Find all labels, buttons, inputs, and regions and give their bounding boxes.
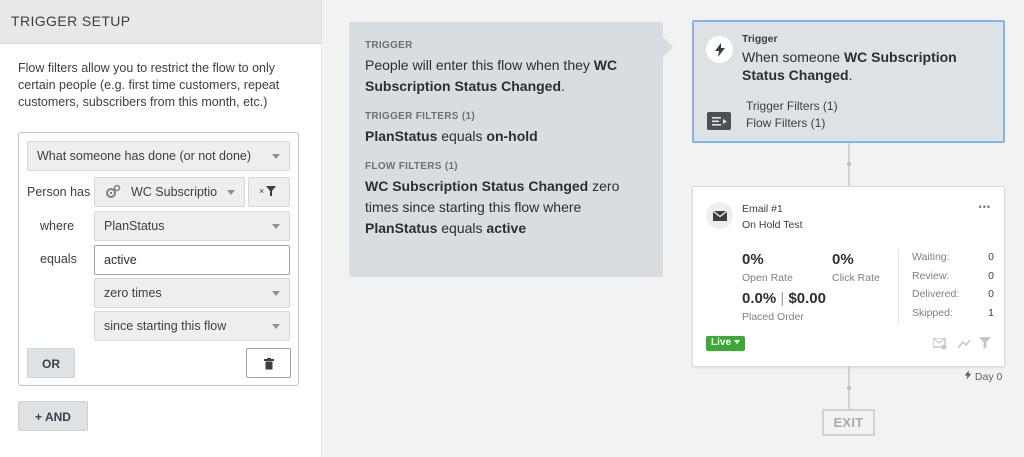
count-skipped: Skipped: 1	[912, 307, 994, 319]
filter-icon: ×	[259, 186, 279, 201]
chevron-down-icon	[733, 340, 740, 345]
trigger-text-end: .	[561, 78, 565, 94]
gear-icon	[104, 183, 122, 204]
delay-label: Day 0	[964, 370, 1002, 383]
filter-icon[interactable]	[979, 336, 991, 354]
trigger-description: People will enter this flow when they WC…	[365, 55, 647, 97]
frequency-value: zero times	[104, 286, 162, 300]
tf-operator: equals	[437, 128, 487, 144]
split-icon[interactable]	[957, 337, 971, 355]
metric-value: WC Subscriptio	[131, 185, 218, 199]
trigger-node-text-pre: When someone	[742, 49, 844, 65]
count-label: Skipped:	[912, 307, 953, 319]
placed-order-separator: |	[780, 290, 785, 307]
connector-dot	[847, 162, 851, 166]
status-badge[interactable]: Live	[706, 336, 745, 351]
svg-text:×: ×	[259, 186, 264, 196]
envelope-icon	[706, 202, 733, 229]
property-value: PlanStatus	[104, 219, 165, 233]
lightning-icon	[706, 36, 733, 63]
chevron-down-icon	[272, 324, 280, 329]
trigger-filter-text: PlanStatus equals on-hold	[365, 126, 647, 147]
email-node[interactable]: Email #1 On Hold Test ••• 0% Open Rate 0…	[692, 186, 1005, 367]
trigger-section: TRIGGER People will enter this flow when…	[365, 40, 647, 97]
count-value: 0	[988, 270, 994, 282]
count-value: 0	[988, 288, 994, 300]
trigger-info-panel: TRIGGER People will enter this flow when…	[349, 22, 663, 277]
or-button[interactable]: OR	[27, 348, 75, 378]
trigger-filters-section: TRIGGER FILTERS (1) PlanStatus equals on…	[365, 111, 647, 147]
count-label: Review:	[912, 270, 950, 282]
placed-order-label: Placed Order	[742, 311, 804, 323]
placed-order-stats: 0.0% | $0.00	[742, 290, 826, 307]
info-panel-pointer	[662, 36, 673, 58]
click-rate-label: Click Rate	[832, 272, 880, 284]
flow-filter-box: What someone has done (or not done) Pers…	[18, 132, 299, 386]
property-select[interactable]: PlanStatus	[94, 211, 290, 241]
trigger-node-text-end: .	[848, 67, 853, 83]
more-options-icon[interactable]: •••	[979, 202, 991, 212]
tf-value: on-hold	[486, 128, 538, 144]
ff-property: PlanStatus	[365, 220, 438, 236]
sidebar-title: TRIGGER SETUP	[0, 0, 321, 44]
person-has-label: Person has	[27, 185, 91, 199]
ff-metric: WC Subscription Status Changed	[365, 178, 589, 194]
count-value: 0	[988, 251, 994, 263]
stats-divider	[898, 249, 899, 323]
count-review: Review: 0	[912, 270, 994, 282]
delay-value: Day 0	[974, 371, 1003, 383]
email-preview-icon[interactable]	[932, 337, 947, 355]
flow-filter-text: WC Subscription Status Changed zero time…	[365, 176, 647, 239]
trigger-node-text: When someone WC Subscription Status Chan…	[742, 48, 992, 84]
chevron-down-icon	[272, 224, 280, 229]
trigger-filters-count[interactable]: Trigger Filters (1)	[746, 99, 838, 113]
ff-operator: equals	[437, 220, 487, 236]
exit-node[interactable]: EXIT	[822, 409, 875, 436]
delete-filter-button[interactable]	[246, 348, 291, 378]
email-title: Email #1	[742, 203, 783, 215]
placed-order-rate: 0.0%	[742, 290, 777, 307]
count-label: Waiting:	[912, 251, 950, 263]
tf-property: PlanStatus	[365, 128, 438, 144]
flow-filters-label: FLOW FILTERS (1)	[365, 161, 458, 172]
chevron-down-icon	[272, 291, 280, 296]
open-rate-value: 0%	[742, 251, 764, 268]
chevron-down-icon	[272, 154, 280, 159]
trigger-filters-label: TRIGGER FILTERS (1)	[365, 111, 475, 122]
where-label: where	[40, 219, 75, 233]
trigger-text: People will enter this flow when they	[365, 57, 594, 73]
timeframe-value: since starting this flow	[104, 319, 227, 333]
timeframe-select[interactable]: since starting this flow	[94, 311, 290, 341]
count-waiting: Waiting: 0	[912, 251, 994, 263]
trigger-setup-sidebar: TRIGGER SETUP Flow filters allow you to …	[0, 0, 322, 457]
add-and-condition-button[interactable]: + AND	[18, 401, 88, 431]
sidebar-description: Flow filters allow you to restrict the f…	[18, 61, 280, 109]
count-label: Delivered:	[912, 288, 960, 300]
count-delivered: Delivered: 0	[912, 288, 994, 300]
condition-type-value: What someone has done (or not done)	[37, 149, 252, 163]
equals-label: equals	[40, 252, 77, 266]
condition-type-select[interactable]: What someone has done (or not done)	[27, 141, 290, 171]
click-rate-value: 0%	[832, 251, 854, 268]
count-value: 1	[988, 307, 994, 319]
placed-order-value: $0.00	[788, 290, 826, 307]
chevron-down-icon	[227, 190, 235, 195]
email-subtitle: On Hold Test	[742, 219, 803, 231]
open-rate-label: Open Rate	[742, 272, 793, 284]
status-label: Live	[711, 337, 732, 348]
trigger-node-label: Trigger	[742, 33, 778, 45]
ff-value: active	[486, 220, 527, 236]
filter-toggle-button[interactable]: ×	[248, 177, 290, 207]
filter-value-input[interactable]: active	[94, 245, 290, 275]
connector-dot	[847, 386, 851, 390]
metric-select[interactable]: WC Subscriptio	[94, 177, 245, 207]
list-icon	[707, 112, 731, 135]
trigger-section-label: TRIGGER	[365, 40, 413, 51]
flow-filters-section: FLOW FILTERS (1) WC Subscription Status …	[365, 161, 647, 239]
lightning-icon	[964, 370, 972, 383]
trigger-node[interactable]: Trigger When someone WC Subscription Sta…	[692, 20, 1005, 143]
trash-icon	[264, 357, 274, 375]
flow-filters-count[interactable]: Flow Filters (1)	[746, 116, 825, 130]
frequency-select[interactable]: zero times	[94, 278, 290, 308]
